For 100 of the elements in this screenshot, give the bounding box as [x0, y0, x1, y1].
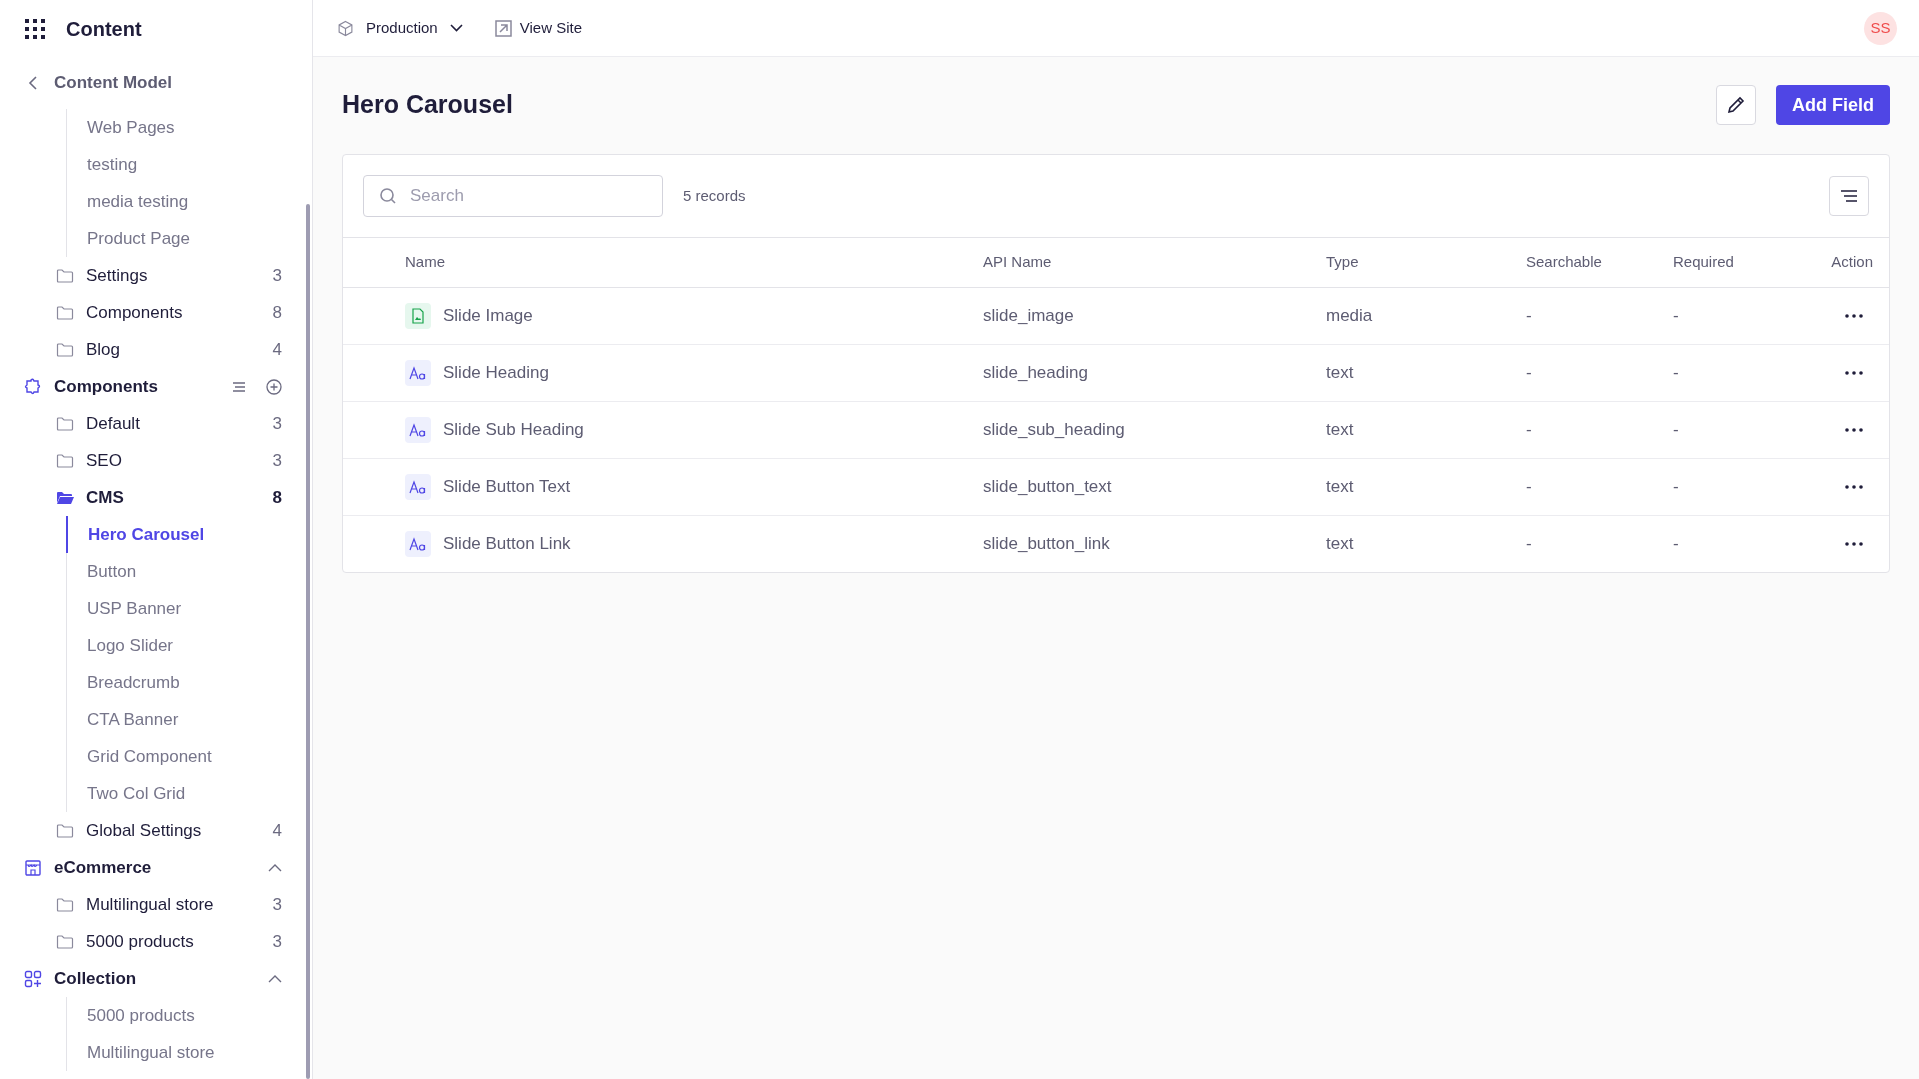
folder-icon: [56, 490, 74, 505]
environment-dropdown[interactable]: Production: [337, 16, 463, 40]
searchable-cell: -: [1526, 401, 1673, 458]
model-item[interactable]: Product Page: [87, 225, 190, 252]
type-cell: media: [1326, 287, 1526, 344]
searchable-cell: -: [1526, 287, 1673, 344]
field-name: Slide Image: [443, 304, 533, 327]
text-type-icon: [405, 473, 431, 500]
image-file-icon: [405, 302, 431, 329]
item-count: 3: [272, 264, 282, 287]
folder-item[interactable]: SEO: [86, 447, 261, 474]
chevron-up-icon[interactable]: [268, 974, 282, 983]
required-cell: -: [1673, 458, 1769, 515]
model-item[interactable]: Breadcrumb: [87, 669, 180, 696]
searchable-cell: -: [1526, 344, 1673, 401]
edit-button[interactable]: [1716, 85, 1756, 125]
searchable-cell: -: [1526, 458, 1673, 515]
more-actions-button[interactable]: [1845, 541, 1863, 546]
folder-icon: [56, 897, 74, 912]
record-count: 5 records: [683, 185, 746, 206]
section-header[interactable]: Components: [54, 373, 220, 400]
field-name: Slide Button Text: [443, 475, 571, 498]
add-icon[interactable]: [266, 378, 282, 395]
apps-grid-icon[interactable]: [24, 17, 46, 40]
required-cell: -: [1673, 515, 1769, 572]
section-header[interactable]: eCommerce: [54, 854, 256, 881]
folder-item[interactable]: 5000 products: [86, 928, 261, 955]
required-cell: -: [1673, 287, 1769, 344]
type-cell: text: [1326, 515, 1526, 572]
type-cell: text: [1326, 458, 1526, 515]
model-item[interactable]: Multilingual store: [87, 1039, 215, 1066]
text-type-icon: [405, 359, 431, 386]
folder-item[interactable]: Components: [86, 299, 261, 326]
external-link-icon: [494, 19, 512, 37]
model-item[interactable]: Logo Slider: [87, 632, 173, 659]
model-item[interactable]: media testing: [87, 188, 189, 215]
searchable-cell: -: [1526, 515, 1673, 572]
item-count: 3: [272, 412, 282, 435]
api-name-cell: slide_image: [983, 287, 1326, 344]
add-field-button[interactable]: Add Field: [1776, 85, 1890, 125]
field-name: Slide Sub Heading: [443, 418, 584, 441]
column-header: Action: [1769, 238, 1889, 287]
folder-icon: [56, 416, 74, 431]
item-count: 3: [272, 449, 282, 472]
folder-icon: [56, 453, 74, 468]
more-icon: [1845, 427, 1863, 432]
column-header: API Name: [983, 238, 1326, 287]
more-actions-button[interactable]: [1845, 370, 1863, 375]
chevron-left-icon[interactable]: [28, 76, 38, 90]
field-name: Slide Heading: [443, 361, 549, 384]
item-count: 8: [272, 486, 282, 509]
model-item[interactable]: USP Banner: [87, 595, 182, 622]
model-item[interactable]: Button: [87, 558, 137, 585]
folder-icon: [56, 305, 74, 320]
scrollbar[interactable]: [306, 204, 310, 1079]
grid-plus-icon: [24, 969, 42, 988]
more-actions-button[interactable]: [1845, 427, 1863, 432]
model-item[interactable]: testing: [87, 151, 138, 178]
section-header[interactable]: Collection: [54, 965, 256, 992]
model-item[interactable]: Hero Carousel: [88, 521, 205, 548]
app-title: Content: [66, 16, 142, 42]
folder-item[interactable]: Settings: [86, 262, 261, 289]
folder-item[interactable]: CMS: [86, 484, 261, 511]
api-name-cell: slide_sub_heading: [983, 401, 1326, 458]
more-actions-button[interactable]: [1845, 313, 1863, 318]
folder-item[interactable]: Default: [86, 410, 261, 437]
more-icon: [1845, 484, 1863, 489]
item-count: 3: [272, 930, 282, 953]
chevron-down-icon: [449, 24, 463, 32]
column-header: Required: [1673, 238, 1769, 287]
required-cell: -: [1673, 401, 1769, 458]
columns-menu-button[interactable]: [1829, 176, 1869, 216]
required-cell: -: [1673, 344, 1769, 401]
text-type-icon: [405, 530, 431, 557]
store-icon: [24, 858, 42, 877]
folder-item[interactable]: Blog: [86, 336, 261, 363]
column-header: Searchable: [1526, 238, 1673, 287]
model-item[interactable]: Grid Component: [87, 743, 212, 770]
field-name: Slide Button Link: [443, 533, 571, 555]
column-header: Name: [343, 238, 983, 287]
more-icon: [1845, 313, 1863, 318]
view-site-link[interactable]: View Site: [494, 16, 582, 40]
item-count: 4: [272, 338, 282, 361]
model-item[interactable]: CTA Banner: [87, 706, 179, 733]
more-actions-button[interactable]: [1845, 484, 1863, 489]
folder-item[interactable]: Multilingual store: [86, 891, 261, 918]
folder-item[interactable]: Global Settings: [86, 817, 261, 844]
model-item[interactable]: 5000 products: [87, 1002, 195, 1029]
type-cell: text: [1326, 401, 1526, 458]
folder-icon: [56, 934, 74, 949]
item-count: 3: [272, 893, 282, 916]
chevron-up-icon[interactable]: [268, 863, 282, 872]
model-item[interactable]: Web Pages: [87, 114, 175, 141]
search-icon: [379, 187, 397, 205]
cube-icon: [337, 19, 354, 37]
model-item[interactable]: Two Col Grid: [87, 780, 186, 807]
search-field[interactable]: Search: [363, 175, 663, 217]
api-name-cell: slide_heading: [983, 344, 1326, 401]
back-link[interactable]: Content Model: [54, 70, 173, 96]
folder-icon: [56, 823, 74, 838]
